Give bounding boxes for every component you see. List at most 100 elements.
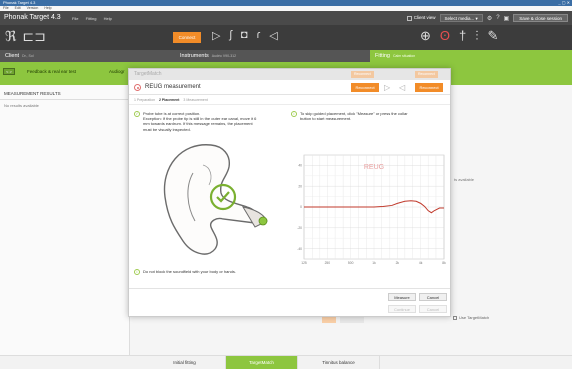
chart-y-tick: 20: [298, 184, 302, 188]
dialog-title: REUG measurement: [145, 84, 201, 90]
ear-illustration: [163, 144, 268, 255]
soundfield-text: Do not block the soundfield with your bo…: [143, 269, 236, 274]
feedback-icon[interactable]: ⊕: [420, 28, 431, 44]
tab-targetmatch[interactable]: TargetMatch: [226, 356, 298, 369]
section-client[interactable]: Client Dr., Sol: [0, 50, 175, 62]
wand-icon[interactable]: †: [459, 28, 466, 44]
os-menu-edit[interactable]: Edit: [15, 6, 21, 10]
measurement-results-panel: MEASUREMENT RESULTS No results available: [0, 85, 130, 355]
os-menu-version[interactable]: Version: [27, 6, 39, 10]
client-icon[interactable]: ℜ: [5, 28, 16, 45]
save-close-button[interactable]: Save & close session: [513, 14, 568, 22]
placement-instructions: Probe tube is at correct position. Excep…: [143, 111, 288, 132]
chart-y-tick: -20: [297, 226, 302, 230]
tab-scroll-arrows[interactable]: < >: [3, 68, 15, 75]
os-menu-file[interactable]: File: [3, 6, 9, 10]
targetmatch-dialog: TargetMatch Reconnect Reconnect REUG mea…: [128, 68, 451, 317]
hearing-aid-left-icon[interactable]: ʃ: [229, 29, 231, 42]
chart-x-tick: 1k: [372, 261, 376, 265]
save-icon[interactable]: ▣: [504, 15, 510, 22]
hearing-aid-right-icon[interactable]: ɾ: [257, 29, 261, 42]
app-header: Phonak Target 4.3 File Fitting Help Clie…: [0, 11, 572, 25]
select-media-label: Select media...: [444, 16, 475, 21]
measure-button[interactable]: Measure: [388, 293, 416, 301]
main-toolbar: ℜ ⊏⊐ Connect ▷ ʃ ◘ ɾ ◁ ⊕ ʘ † ⫶ ✎: [0, 25, 572, 50]
skip-text-2: button to start measurement.: [300, 116, 352, 122]
select-media-dropdown[interactable]: Select media... ▾: [439, 14, 483, 22]
bottom-tab-bar: Initial fitting TargetMatch Tinnitus bal…: [0, 355, 572, 369]
section-fitting-title: Fitting: [375, 53, 390, 59]
reconnect-button[interactable]: Reconnect: [351, 83, 379, 92]
help-icon[interactable]: ?: [496, 15, 499, 21]
chart-title: REUG: [364, 164, 384, 171]
section-client-subtitle: Dr., Sol: [22, 54, 34, 58]
section-client-title: Client: [5, 53, 20, 59]
settings-icon[interactable]: ⚙: [487, 15, 492, 22]
tab-feedback-real-ear[interactable]: Feedback & real ear test: [27, 69, 76, 74]
menu-fitting[interactable]: Fitting: [86, 16, 97, 21]
step-placement: 2 Placement: [159, 98, 180, 102]
checkbox-icon: [453, 315, 457, 320]
section-fitting[interactable]: Fitting Calm situation: [370, 50, 572, 62]
chart-x-tick: 125: [301, 261, 307, 265]
info-icon: i: [134, 269, 140, 275]
audiogram-icon[interactable]: ⊏⊐: [22, 28, 45, 45]
tools-icon[interactable]: ✎: [488, 28, 499, 44]
tab-initial-fitting[interactable]: Initial fitting: [144, 356, 226, 369]
play-right-icon[interactable]: ◁: [269, 29, 277, 42]
chart-x-tick: 250: [325, 261, 331, 265]
use-targetmatch-checkbox[interactable]: Use TargetMatch: [453, 315, 489, 320]
dialog-window-title: TargetMatch: [134, 71, 162, 77]
header-controls: Client view Select media... ▾ ⚙ ? ▣ Save…: [406, 13, 568, 23]
check-circle-icon: ✓: [134, 111, 140, 117]
ghost-reconnect-right: Reconnect: [415, 71, 438, 78]
checkbox-icon: [406, 15, 412, 21]
menu-help[interactable]: Help: [104, 16, 112, 21]
dialog-footer: Measure Cancel Continue Cancel: [129, 288, 450, 318]
reconnect-right-button[interactable]: Reconnect: [415, 83, 443, 92]
os-menu-help[interactable]: Help: [44, 6, 51, 10]
chart-x-tick: 500: [348, 261, 354, 265]
section-fitting-subtitle: Calm situation: [392, 54, 416, 58]
section-instruments[interactable]: Instruments Audéo V90-312: [175, 50, 370, 62]
connect-button[interactable]: Connect: [173, 32, 201, 43]
use-targetmatch-label: Use TargetMatch: [459, 315, 490, 320]
play-left-icon[interactable]: ▷: [212, 29, 220, 42]
menu-file[interactable]: File: [72, 16, 78, 21]
chart-y-tick: 0: [300, 205, 302, 209]
chart-x-tick: 4k: [419, 261, 423, 265]
record-icon: [134, 84, 141, 91]
dialog-title-bar: TargetMatch Reconnect Reconnect: [129, 69, 450, 80]
info-icon: i: [291, 111, 297, 117]
ghost-reconnect-left: Reconnect: [351, 71, 374, 78]
tab-tinnitus-balance[interactable]: Tinnitus balance: [298, 356, 380, 369]
hearing-aid-icon[interactable]: ◘: [241, 29, 248, 42]
sliders-icon[interactable]: ⫶: [475, 28, 478, 44]
os-title: Phonak Target 4.3: [3, 0, 36, 5]
tab-audiogram[interactable]: Audiogr: [109, 69, 125, 74]
chart-x-tick: 2k: [396, 261, 400, 265]
section-instruments-title: Instruments: [180, 53, 209, 59]
section-instruments-subtitle: Audéo V90-312: [211, 54, 237, 58]
step-preparation: 1 Preparation: [134, 98, 156, 102]
play-icon[interactable]: ▷: [384, 83, 390, 92]
play-back-icon[interactable]: ◁: [399, 83, 405, 92]
step-indicator: 1 Preparation 2 Placement 3 Measurement: [129, 95, 450, 105]
dialog-header: REUG measurement Reconnect ▷ ◁ Reconnect: [129, 80, 450, 95]
client-view-label: Client view: [413, 15, 436, 21]
client-view-toggle[interactable]: Client view: [406, 15, 436, 21]
skip-instructions: To skip guided placement, click "Measure…: [300, 111, 450, 121]
app-menu: File Fitting Help: [72, 16, 118, 21]
measurement-results-header: MEASUREMENT RESULTS: [0, 85, 129, 100]
chart-y-tick: 40: [298, 164, 302, 168]
reug-chart: REUG 40 20 0 -20 -40 125 250 500 1k 2k 4k 8k: [297, 154, 446, 265]
step-measurement: 3 Measurement: [183, 98, 208, 102]
ear-icon[interactable]: ʘ: [440, 28, 450, 44]
chart-x-tick: 8k: [442, 261, 446, 265]
continue-button[interactable]: Continue: [388, 305, 416, 313]
app-brand: Phonak Target 4.3: [4, 14, 61, 21]
cancel-secondary-button[interactable]: Cancel: [419, 305, 447, 313]
no-results-message: No results available: [4, 103, 39, 108]
background-no-data-text: ts available: [454, 177, 475, 182]
cancel-button[interactable]: Cancel: [419, 293, 447, 301]
